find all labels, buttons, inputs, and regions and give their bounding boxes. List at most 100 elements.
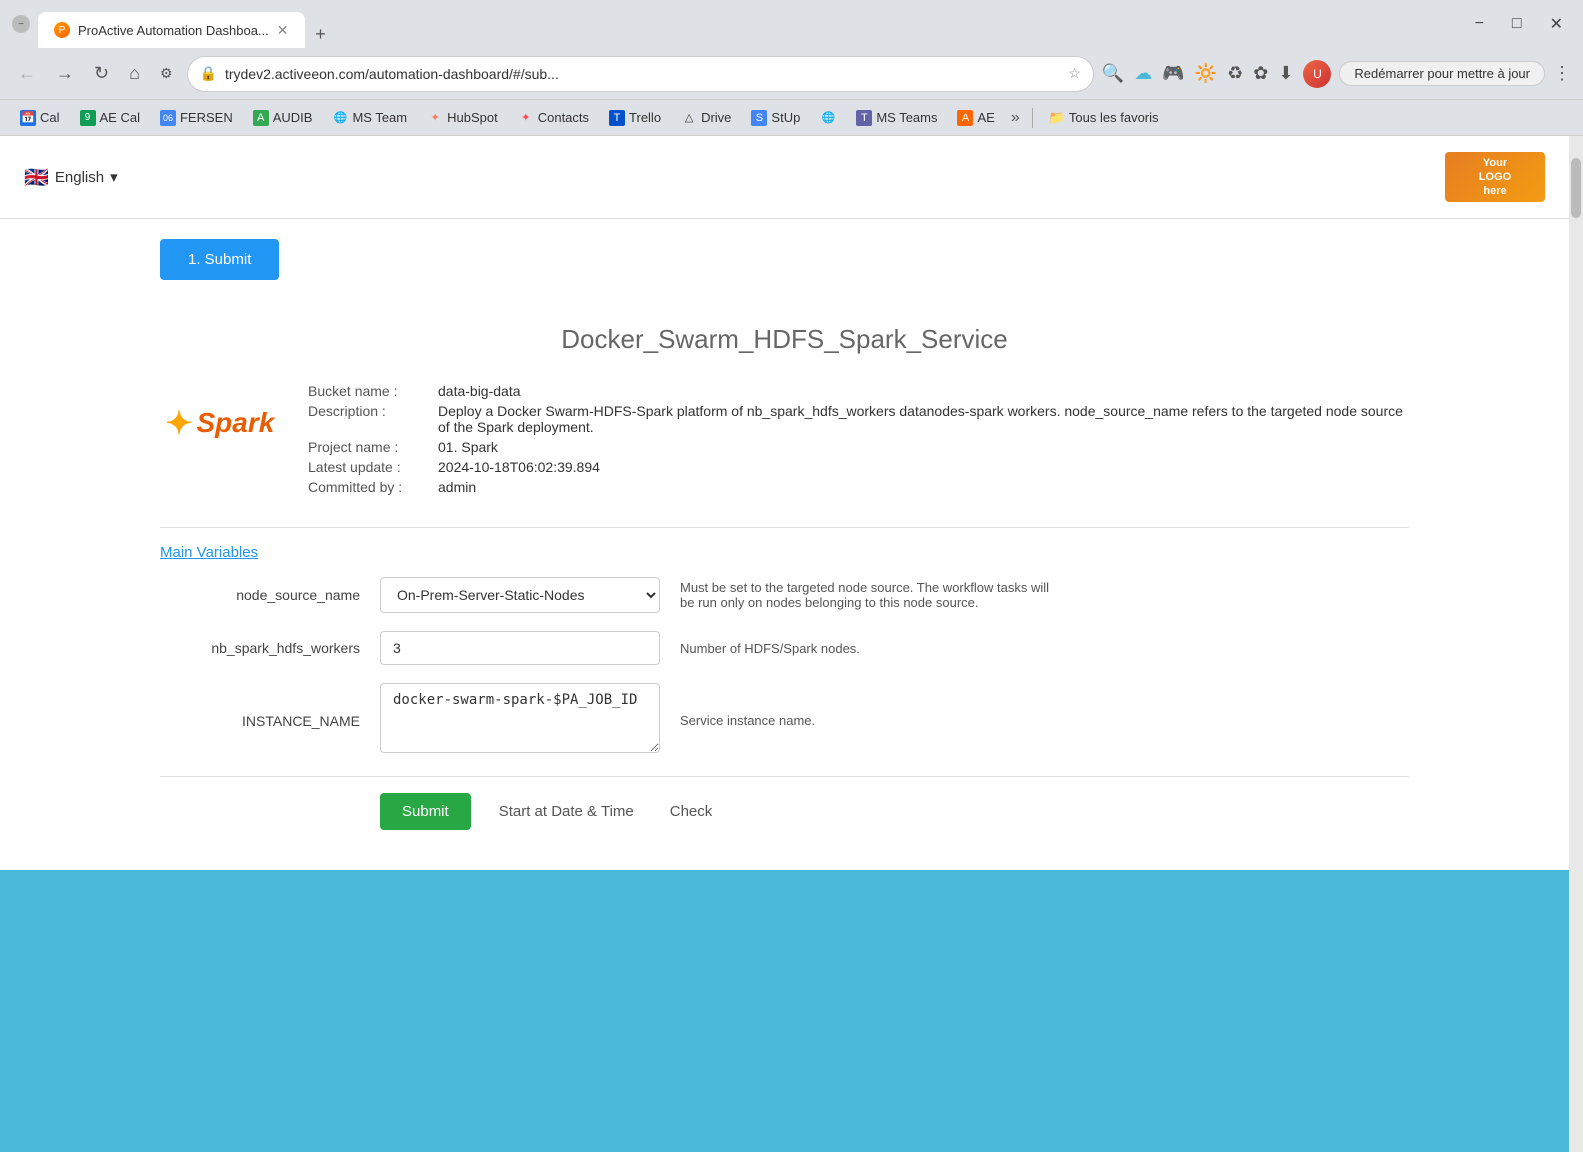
bookmark-globe[interactable]: 🌐 — [812, 107, 844, 129]
submit-button[interactable]: Submit — [380, 793, 471, 830]
home-button[interactable]: ⌂ — [123, 59, 146, 88]
bookmark-hubspot[interactable]: ✦ HubSpot — [419, 107, 506, 129]
project-value: 01. Spark — [438, 439, 498, 455]
more-bookmarks-button[interactable]: » — [1007, 107, 1024, 129]
bookmark-audib-label: AUDIB — [273, 110, 313, 125]
bookmark-drive-label: Drive — [701, 110, 731, 125]
divider-2 — [160, 776, 1409, 777]
bookmark-ms-teams[interactable]: T MS Teams — [848, 107, 945, 129]
language-label: English — [55, 169, 104, 186]
bookmark-ae[interactable]: A AE — [949, 107, 1002, 129]
node-source-select[interactable]: On-Prem-Server-Static-Nodes — [380, 577, 660, 613]
bookmarks-folder-label: Tous les favoris — [1069, 110, 1159, 125]
toolbar: ← → ↻ ⌂ ⚙ 🔒 ☆ 🔍 ☁ 🎮 🔆 ♻ ✿ ⬇ U Redémarrer… — [0, 48, 1583, 100]
bookmark-contacts[interactable]: ✦ Contacts — [510, 107, 597, 129]
description-value: Deploy a Docker Swarm-HDFS-Spark platfor… — [438, 403, 1409, 435]
minimize-button[interactable]: − — [12, 15, 30, 33]
action-row: Submit Start at Date & Time Check — [160, 793, 1409, 830]
new-tab-button[interactable]: + — [307, 20, 335, 48]
submit-tab-area: 1. Submit — [0, 219, 1569, 324]
page-content: 🇬🇧 English ▾ Your LOGO here 1. Submit Do… — [0, 136, 1569, 1152]
bookmark-stup[interactable]: S StUp — [743, 107, 808, 129]
submit-tab[interactable]: 1. Submit — [160, 239, 279, 280]
browser-menu-button[interactable]: ⋮ — [1553, 63, 1571, 84]
var-input-wrap-node-source: On-Prem-Server-Static-Nodes — [380, 577, 660, 613]
language-selector[interactable]: 🇬🇧 English ▾ — [24, 165, 118, 190]
ext-icon-4[interactable]: ✿ — [1253, 63, 1268, 84]
bookmark-stup-label: StUp — [771, 110, 800, 125]
ae-cal-icon: 9 — [80, 110, 96, 126]
profile-avatar[interactable]: U — [1303, 60, 1331, 88]
stup-icon: S — [751, 110, 767, 126]
bookmark-hubspot-label: HubSpot — [447, 110, 498, 125]
main-content: Docker_Swarm_HDFS_Spark_Service ✦ Spark … — [0, 324, 1569, 870]
bookmarks-folder[interactable]: 📁 Tous les favoris — [1041, 107, 1167, 129]
ext-icon-2[interactable]: 🔆 — [1195, 63, 1217, 84]
variable-row-nb-spark: nb_spark_hdfs_workers Number of HDFS/Spa… — [160, 631, 1409, 665]
latest-update-row: Latest update : 2024-10-18T06:02:39.894 — [308, 459, 1409, 475]
instance-name-textarea[interactable]: docker-swarm-spark-$PA_JOB_ID — [380, 683, 660, 753]
project-row: Project name : 01. Spark — [308, 439, 1409, 455]
bookmark-ae-label: AE — [977, 110, 994, 125]
bookmark-contacts-label: Contacts — [538, 110, 589, 125]
start-at-datetime-button[interactable]: Start at Date & Time — [491, 793, 642, 830]
language-arrow-icon: ▾ — [110, 168, 118, 186]
committed-by-value: admin — [438, 479, 476, 495]
cloud-icon[interactable]: ☁ — [1134, 63, 1152, 84]
ms-teams-icon: T — [856, 110, 872, 126]
main-variables-link[interactable]: Main Variables — [160, 544, 1409, 561]
bookmark-fersen[interactable]: 06 FERSEN — [152, 107, 241, 129]
ext-icon-3[interactable]: ♻ — [1227, 63, 1243, 84]
nb-spark-input[interactable] — [380, 631, 660, 665]
bookmark-cal[interactable]: 📅 Cal — [12, 107, 68, 129]
tab-close-button[interactable]: ✕ — [277, 22, 289, 39]
tab-bar: P ProActive Automation Dashboa... ✕ + — [38, 0, 1459, 48]
contacts-icon: ✦ — [518, 110, 534, 126]
browser-icons: 🔍 ☁ 🎮 🔆 ♻ ✿ ⬇ U — [1102, 60, 1332, 88]
scrollbar[interactable] — [1569, 136, 1583, 1152]
var-help-node-source: Must be set to the targeted node source.… — [680, 580, 1060, 610]
close-window-button[interactable]: ✕ — [1542, 10, 1571, 38]
active-tab[interactable]: P ProActive Automation Dashboa... ✕ — [38, 12, 305, 48]
ext-icon-1[interactable]: 🎮 — [1162, 63, 1184, 84]
reload-button[interactable]: ↻ — [88, 59, 115, 88]
bookmark-trello[interactable]: T Trello — [601, 107, 669, 129]
address-bar-wrap: 🔒 ☆ — [187, 56, 1094, 92]
committed-by-row: Committed by : admin — [308, 479, 1409, 495]
security-button[interactable]: ⚙ — [154, 61, 179, 86]
blue-background-area — [0, 870, 1569, 1152]
minimize-window-button[interactable]: − — [1467, 11, 1492, 37]
maximize-window-button[interactable]: □ — [1504, 11, 1530, 37]
divider — [160, 527, 1409, 528]
check-button[interactable]: Check — [662, 793, 721, 830]
logo-placeholder: Your LOGO here — [1445, 152, 1545, 202]
var-help-nb-spark: Number of HDFS/Spark nodes. — [680, 641, 1060, 656]
fersen-icon: 06 — [160, 110, 176, 126]
bookmark-audib[interactable]: A AUDIB — [245, 107, 321, 129]
bookmark-star-icon[interactable]: ☆ — [1068, 65, 1081, 82]
scroll-thumb[interactable] — [1571, 158, 1581, 218]
bookmarks-bar: 📅 Cal 9 AE Cal 06 FERSEN A AUDIB 🌐 MS Te… — [0, 100, 1583, 136]
globe-icon: 🌐 — [820, 110, 836, 126]
search-icon[interactable]: 🔍 — [1102, 63, 1124, 84]
description-row: Description : Deploy a Docker Swarm-HDFS… — [308, 403, 1409, 435]
spark-logo: ✦ Spark — [160, 383, 280, 463]
drive-icon: △ — [681, 110, 697, 126]
bookmark-ms-team[interactable]: 🌐 MS Team — [324, 107, 415, 129]
tab-favicon: P — [54, 22, 70, 38]
download-icon[interactable]: ⬇ — [1278, 63, 1293, 84]
var-input-wrap-instance-name: docker-swarm-spark-$PA_JOB_ID — [380, 683, 660, 758]
back-button[interactable]: ← — [12, 59, 42, 88]
page-header: 🇬🇧 English ▾ Your LOGO here — [0, 136, 1569, 219]
address-input[interactable] — [225, 66, 1060, 82]
bookmark-ae-cal-label: AE Cal — [100, 110, 140, 125]
variables-section: Main Variables node_source_name On-Prem-… — [160, 544, 1409, 758]
bookmark-ae-cal[interactable]: 9 AE Cal — [72, 107, 148, 129]
variable-row-instance-name: INSTANCE_NAME docker-swarm-spark-$PA_JOB… — [160, 683, 1409, 758]
bookmark-drive[interactable]: △ Drive — [673, 107, 739, 129]
latest-update-value: 2024-10-18T06:02:39.894 — [438, 459, 600, 475]
forward-button[interactable]: → — [50, 59, 80, 88]
var-help-instance-name: Service instance name. — [680, 713, 1060, 728]
update-button[interactable]: Redémarrer pour mettre à jour — [1339, 61, 1545, 86]
committed-by-label: Committed by : — [308, 479, 438, 495]
